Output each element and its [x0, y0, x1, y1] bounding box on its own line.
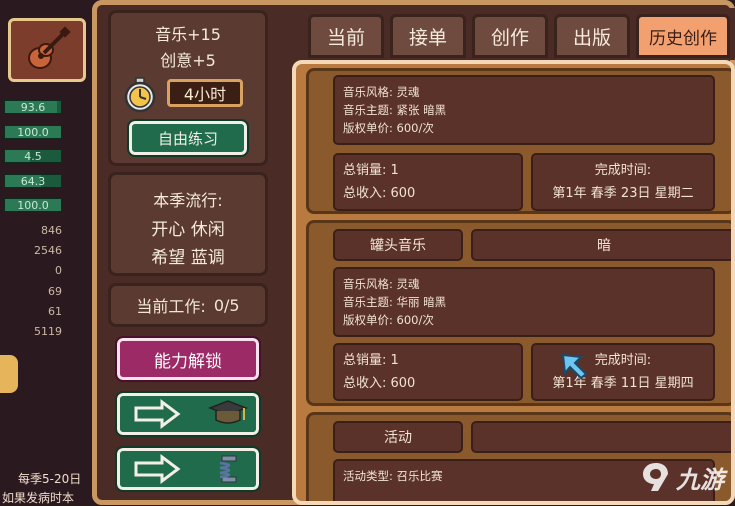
tab-publish[interactable]: 出版	[554, 14, 630, 58]
stat-number: 846	[41, 224, 62, 237]
stat-bar: 93.6	[4, 100, 62, 114]
song-tag: 暗	[471, 229, 731, 261]
stat-number: 0	[55, 264, 62, 277]
completion-label: 完成时间:	[594, 163, 652, 178]
song-style: 音乐风格: 灵魂	[343, 277, 420, 291]
tab-history[interactable]: 历史创作	[636, 14, 730, 58]
song-name: 罐头音乐	[333, 229, 463, 261]
hours-display[interactable]: 4小时	[167, 79, 243, 107]
total-income: 总收入: 600	[343, 376, 416, 391]
song-info: 音乐风格: 灵魂 音乐主题: 华丽 暗黑 版权单价: 600/次	[333, 267, 715, 337]
sales-info: 总销量: 1 总收入: 600	[333, 343, 523, 401]
watermark-logo: 九游	[640, 455, 734, 499]
completion-info: 完成时间: 第1年 春季 23日 星期二	[531, 153, 715, 211]
song-royalty: 版权单价: 600/次	[343, 313, 434, 327]
spring-coil-icon	[219, 455, 237, 483]
trend-title: 本季流行:	[153, 191, 223, 210]
song-style: 音乐风格: 灵魂	[343, 85, 420, 99]
activity-type: 活动类型: 召乐比赛	[343, 469, 443, 483]
arrow-spool-icons	[134, 454, 237, 484]
music-bonus: 音乐+15	[155, 25, 221, 44]
nine-game-logo-icon	[643, 463, 668, 491]
song-royalty: 版权单价: 600/次	[343, 121, 434, 135]
stat-bar: 100.0	[4, 198, 62, 212]
stat-bar: 100.0	[4, 125, 62, 139]
practice-panel: 音乐+15 创意+5 4小时 自由练习	[108, 10, 268, 166]
guitar-icon	[28, 26, 71, 69]
song-info: 音乐风格: 灵魂 音乐主题: 紧张 暗黑 版权单价: 600/次	[333, 75, 715, 145]
trend-line-1: 开心 休闲	[151, 220, 225, 240]
sales-info: 总销量: 1 总收入: 600	[333, 153, 523, 211]
graduation-cap-icon	[207, 400, 248, 424]
total-sales: 总销量: 1	[343, 163, 399, 178]
arrow-right-icon	[134, 454, 181, 484]
stat-number: 61	[48, 305, 62, 318]
tab-create[interactable]: 创作	[472, 14, 548, 58]
completion-date: 第1年 春季 23日 星期二	[552, 186, 694, 201]
cursor-arrow-icon	[561, 353, 588, 380]
arrow-graduate-button[interactable]	[115, 391, 261, 437]
song-theme: 音乐主题: 紧张 暗黑	[343, 103, 447, 117]
trend-panel: 本季流行: 开心 休闲 希望 蓝调	[108, 172, 268, 276]
character-portrait[interactable]	[0, 355, 18, 393]
song-name: 活动	[333, 421, 463, 453]
work-count: 0/5	[213, 295, 240, 315]
creativity-bonus: 创意+5	[160, 51, 216, 70]
song-theme: 音乐主题: 华丽 暗黑	[343, 295, 447, 309]
watermark-text: 九游	[676, 465, 724, 494]
event-text: 每季5-20日	[18, 472, 82, 486]
arrow-right-icon	[134, 399, 181, 429]
total-income: 总收入: 600	[343, 186, 416, 201]
stat-number: 2546	[34, 244, 62, 257]
history-list[interactable]: 音乐风格: 灵魂 音乐主题: 紧张 暗黑 版权单价: 600/次 总销量: 1 …	[292, 60, 735, 505]
free-practice-button[interactable]: 自由练习	[127, 119, 249, 157]
total-sales: 总销量: 1	[343, 353, 399, 368]
stat-number: 5119	[34, 325, 62, 338]
arrow-graduation-icons	[134, 399, 248, 429]
stat-bar: 64.3	[4, 174, 62, 188]
ability-unlock-button[interactable]: 能力解锁	[115, 336, 261, 382]
event-text: 如果发病时本	[2, 491, 75, 505]
tab-orders[interactable]: 接单	[390, 14, 466, 58]
stat-number: 69	[48, 285, 62, 298]
stat-bar: 4.5	[4, 149, 62, 163]
trend-line-2: 希望 蓝调	[151, 248, 225, 268]
work-panel: 当前工作: 0/5	[108, 283, 268, 327]
work-label: 当前工作:	[136, 297, 206, 316]
history-card: 罐头音乐 暗 音乐风格: 灵魂 音乐主题: 华丽 暗黑 版权单价: 600/次 …	[306, 220, 731, 406]
song-tag	[471, 421, 731, 453]
tab-current[interactable]: 当前	[308, 14, 384, 58]
history-card: 音乐风格: 灵魂 音乐主题: 紧张 暗黑 版权单价: 600/次 总销量: 1 …	[306, 68, 731, 214]
guitar-slot[interactable]	[8, 18, 86, 82]
arrow-spool-button[interactable]	[115, 446, 261, 492]
stopwatch-icon	[124, 77, 156, 113]
